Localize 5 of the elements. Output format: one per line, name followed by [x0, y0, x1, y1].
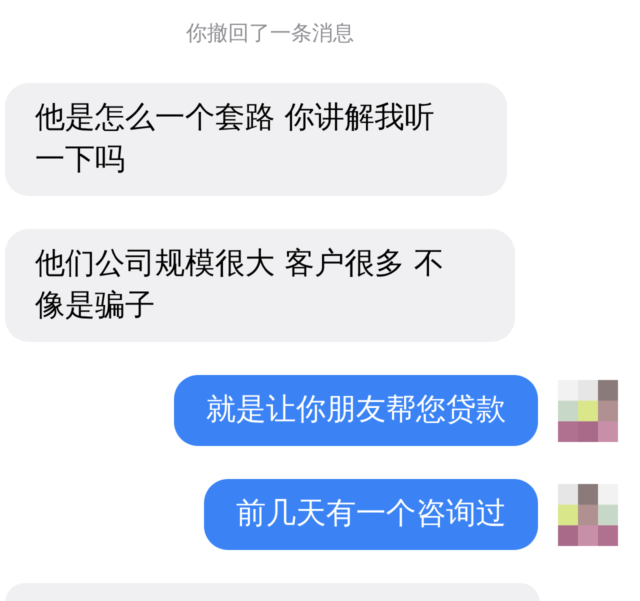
message-bubble: 他们公司规模很大 客户很多 不像是骗子 — [5, 229, 515, 342]
system-notice: 你撤回了一条消息 — [185, 20, 355, 47]
message-bubble: 他是怎么一个套路 你讲解我听一下吗 — [5, 83, 507, 196]
message-bubble: 前几天有一个咨询过 — [204, 479, 538, 550]
message-bubble: 就是让你朋友帮您贷款 — [174, 375, 538, 446]
